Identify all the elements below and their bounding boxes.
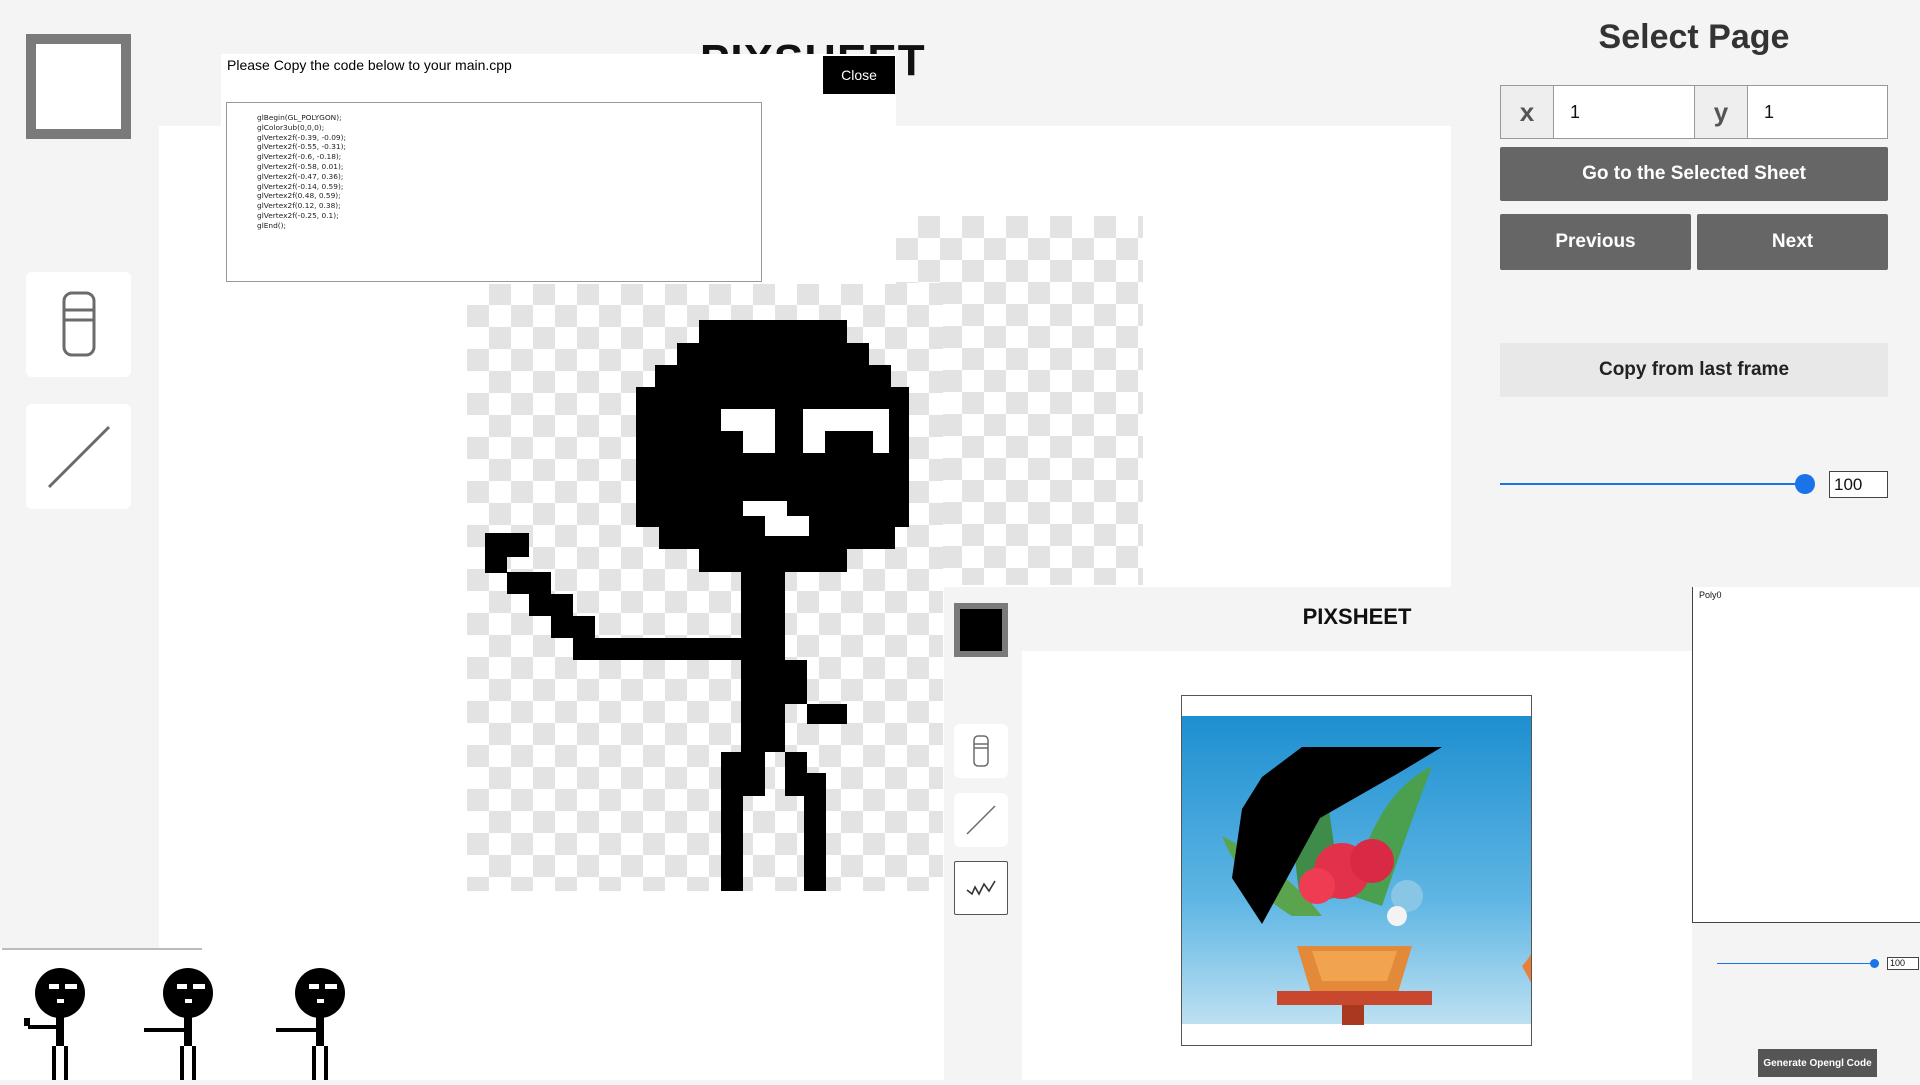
polygon-tool-icon [966,880,996,896]
line-icon [966,805,996,835]
second-eraser-tool-button[interactable] [954,724,1008,778]
opacity-input[interactable]: 100 [1829,471,1888,498]
eraser-icon [973,735,989,767]
second-color-swatch-button[interactable] [954,603,1008,657]
previous-button[interactable]: Previous [1500,214,1691,270]
reference-image-canvas[interactable] [1181,695,1532,1046]
line-tool-button[interactable] [26,404,131,509]
reference-image [1182,716,1531,1025]
frame-thumbnail[interactable] [18,968,94,1080]
second-slider-input[interactable]: 100 [1887,957,1919,970]
y-label: y [1695,86,1748,138]
code-text: glBegin(GL_POLYGON); glColor3ub(0,0,0); … [257,113,347,230]
stick-figure-drawing [485,320,909,891]
opacity-slider-thumb[interactable] [1795,474,1815,494]
line-icon [47,425,110,488]
x-label: x [1501,86,1554,138]
frame-thumbnail[interactable] [140,968,216,1080]
generate-opengl-code-button[interactable]: Generate Opengl Code [1758,1049,1877,1077]
color-swatch-button[interactable] [26,34,131,139]
second-window-title: PIXSHEET [1302,604,1412,629]
frame-thumbnail[interactable] [272,968,348,1080]
code-dialog-instruction: Please Copy the code below to your main.… [227,57,512,73]
select-page-title: Select Page [1598,18,1790,56]
code-dialog-close-button[interactable]: Close [823,56,895,94]
second-line-tool-button[interactable] [954,793,1008,847]
second-slider-thumb[interactable] [1870,959,1879,968]
color-swatch-icon [36,44,121,129]
go-to-selected-sheet-button[interactable]: Go to the Selected Sheet [1500,147,1888,201]
drawing-canvas[interactable] [467,283,943,891]
opacity-slider-track[interactable] [1500,483,1806,485]
polygon-list-item[interactable]: Poly0 [1699,590,1722,600]
eraser-tool-button[interactable] [26,272,131,377]
x-input[interactable]: 1 [1554,86,1695,138]
next-button[interactable]: Next [1697,214,1888,270]
y-input[interactable]: 1 [1748,86,1887,138]
color-swatch-icon [960,609,1002,651]
polygon-list[interactable]: Poly0 [1692,587,1920,923]
second-slider-track[interactable] [1717,963,1877,964]
polygon-tool-button[interactable] [954,861,1008,915]
frames-strip-divider [2,948,202,950]
copy-from-last-frame-button[interactable]: Copy from last frame [1500,343,1888,397]
eraser-icon [62,291,95,356]
code-textarea[interactable]: glBegin(GL_POLYGON); glColor3ub(0,0,0); … [226,102,762,282]
page-selector: x 1 y 1 [1500,85,1888,139]
